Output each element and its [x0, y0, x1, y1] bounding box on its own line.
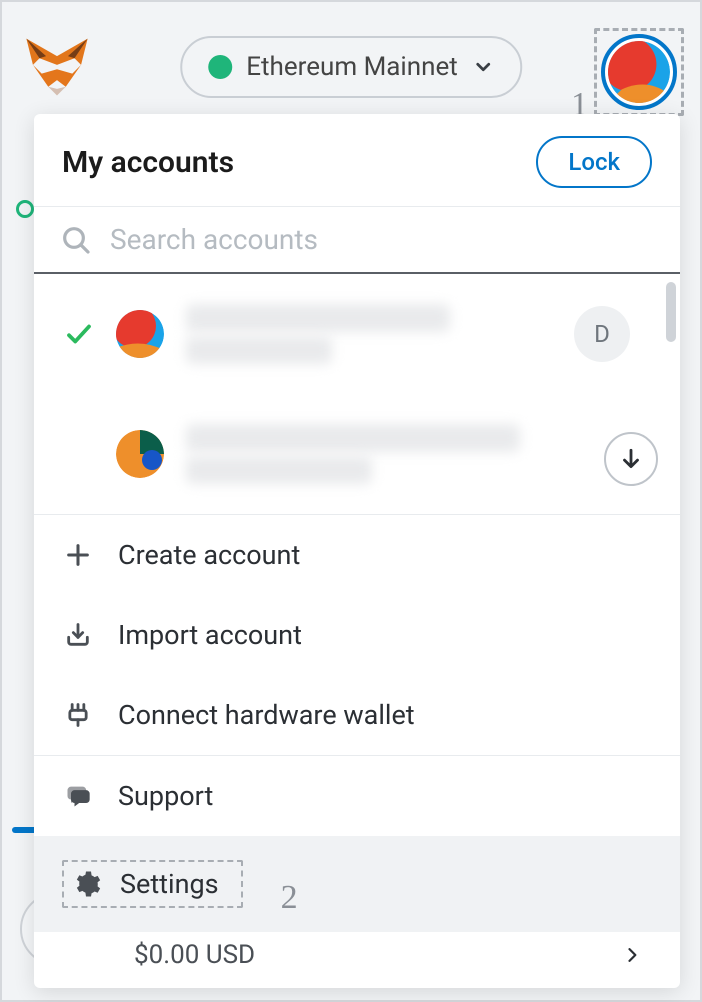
hardware-icon [62, 699, 94, 731]
account-menu-button[interactable] [601, 34, 677, 110]
chevron-down-icon [472, 56, 494, 78]
menu-label: Connect hardware wallet [118, 699, 415, 731]
account-item[interactable] [34, 394, 680, 514]
download-icon [62, 619, 94, 651]
check-icon [64, 319, 94, 349]
account-menu-panel: My accounts Lock D [34, 114, 680, 988]
network-status-dot [208, 55, 232, 79]
lock-button[interactable]: Lock [536, 136, 652, 188]
balance-text: $0.00 USD [134, 940, 255, 970]
token-row[interactable]: $0.00 USD [34, 932, 680, 970]
import-account-item[interactable]: Import account [34, 595, 680, 675]
account-label [186, 420, 650, 488]
chevron-right-icon [622, 945, 642, 965]
account-label [186, 300, 552, 368]
plus-icon [62, 539, 94, 571]
account-item[interactable]: D [34, 274, 680, 394]
menu-label: Settings [120, 868, 219, 900]
search-icon [60, 224, 92, 256]
menu-label: Create account [118, 539, 300, 571]
scroll-down-button[interactable] [604, 432, 658, 486]
account-badge: D [574, 306, 630, 362]
network-name: Ethereum Mainnet [246, 52, 458, 82]
menu-label: Support [118, 780, 213, 812]
create-account-item[interactable]: Create account [34, 515, 680, 595]
connection-status-dot [16, 200, 34, 218]
app-header: Ethereum Mainnet 1 [2, 2, 700, 132]
account-avatar-icon [608, 41, 670, 103]
network-selector[interactable]: Ethereum Mainnet [180, 36, 522, 98]
annotation-highlight-2: Settings [62, 860, 243, 908]
settings-item[interactable]: Settings 2 [34, 836, 680, 932]
account-avatar-icon [116, 430, 164, 478]
account-list: D [34, 274, 680, 515]
chat-icon [62, 780, 94, 812]
search-input[interactable] [110, 223, 654, 256]
panel-title: My accounts [62, 145, 234, 180]
connect-hardware-item[interactable]: Connect hardware wallet [34, 675, 680, 755]
support-item[interactable]: Support [34, 756, 680, 836]
gear-icon [70, 868, 102, 900]
menu-label: Import account [118, 619, 302, 651]
panel-header: My accounts Lock [34, 114, 680, 206]
metamask-logo-icon [22, 32, 92, 102]
account-avatar-icon [116, 310, 164, 358]
annotation-step-2: 2 [281, 879, 298, 917]
account-actions-menu: Create account Import account Connect ha… [34, 515, 680, 932]
search-row [34, 206, 680, 274]
annotation-highlight-1 [594, 28, 684, 116]
